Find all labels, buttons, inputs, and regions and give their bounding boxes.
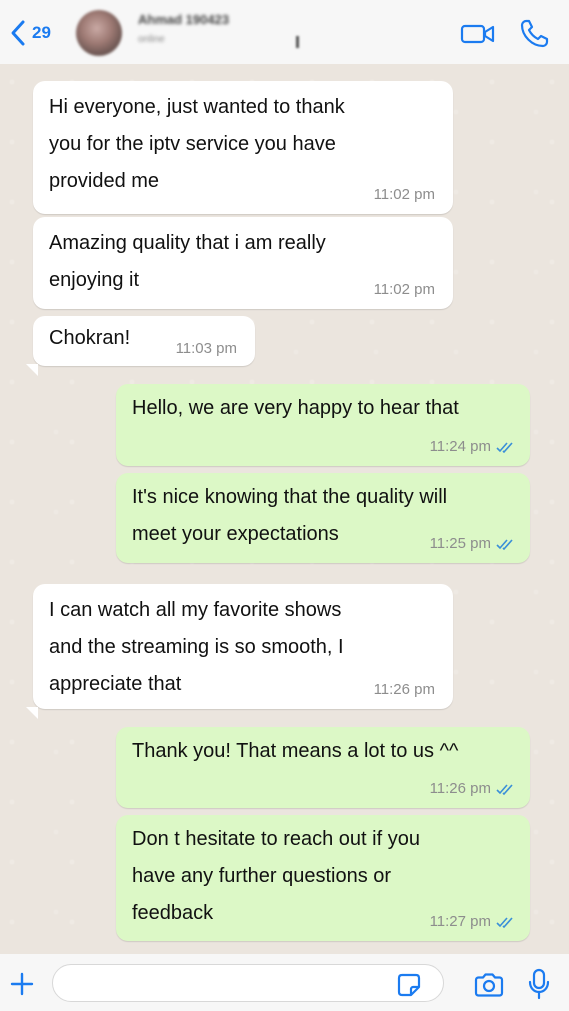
chat-header: 29 Ahmad 190423 online	[0, 0, 569, 64]
message-time: 11:24 pm	[429, 438, 491, 455]
double-check-icon	[496, 539, 513, 551]
message-time: 11:25 pm	[429, 535, 491, 552]
message-meta: 11:25 pm	[430, 535, 516, 553]
message-text: Don t hesitate to reach out if you have …	[132, 828, 420, 924]
message-list[interactable]: Hi everyone, just wanted to thank you fo…	[0, 64, 569, 954]
message-meta: 11:02 pm	[374, 186, 435, 204]
message-bubble[interactable]: Don t hesitate to reach out if you have …	[116, 815, 530, 941]
message-time: 11:26 pm	[429, 780, 491, 797]
message-meta: 11:27 pm	[430, 913, 516, 931]
message-input[interactable]	[52, 964, 444, 1002]
double-check-icon	[496, 442, 513, 454]
message-meta: 11:26 pm	[374, 681, 435, 699]
message-time: 11:27 pm	[429, 913, 491, 930]
header-smudge	[296, 36, 299, 48]
message-text: Amazing quality that i am really enjoyin…	[49, 232, 326, 291]
avatar[interactable]	[76, 10, 122, 56]
plus-icon[interactable]	[8, 970, 36, 998]
phone-icon[interactable]	[518, 18, 550, 50]
bubble-tail	[26, 707, 38, 719]
message-meta: 11:02 pm	[374, 281, 435, 299]
back-button[interactable]: 29	[8, 18, 51, 48]
message-text: Hello, we are very happy to hear that	[132, 397, 459, 419]
message-bubble[interactable]: Chokran! 11:03 pm	[33, 316, 255, 366]
message-bubble[interactable]: Amazing quality that i am really enjoyin…	[33, 217, 453, 309]
microphone-icon[interactable]	[526, 968, 552, 1000]
sticker-icon[interactable]	[396, 972, 422, 998]
message-bubble[interactable]: It's nice knowing that the quality will …	[116, 473, 530, 563]
contact-status: online	[138, 34, 165, 45]
message-meta: 11:03 pm	[176, 340, 237, 358]
contact-name[interactable]: Ahmad 190423	[138, 12, 229, 27]
bubble-tail	[26, 364, 38, 376]
double-check-icon	[496, 917, 513, 929]
chevron-left-icon	[11, 20, 25, 46]
message-text: It's nice knowing that the quality will …	[132, 486, 448, 545]
message-bubble[interactable]: I can watch all my favorite shows and th…	[33, 584, 453, 709]
message-bubble[interactable]: Hello, we are very happy to hear that 11…	[116, 384, 530, 466]
message-time: 11:26 pm	[373, 681, 435, 698]
composer-bar	[0, 954, 569, 1011]
message-time: 11:02 pm	[373, 281, 435, 298]
video-camera-icon[interactable]	[460, 22, 496, 46]
message-meta: 11:24 pm	[430, 438, 516, 456]
message-meta: 11:26 pm	[430, 780, 516, 798]
message-bubble[interactable]: Hi everyone, just wanted to thank you fo…	[33, 81, 453, 214]
camera-icon[interactable]	[473, 972, 505, 998]
double-check-icon	[496, 784, 513, 796]
message-time: 11:03 pm	[175, 340, 237, 357]
message-text: Hi everyone, just wanted to thank you fo…	[49, 96, 345, 192]
message-text: Chokran!	[49, 327, 131, 349]
message-text: Thank you! That means a lot to us ^^	[132, 740, 459, 762]
unread-count: 29	[32, 23, 51, 42]
message-time: 11:02 pm	[373, 186, 435, 203]
message-bubble[interactable]: Thank you! That means a lot to us ^^ 11:…	[116, 727, 530, 808]
message-text: I can watch all my favorite shows and th…	[49, 599, 344, 695]
